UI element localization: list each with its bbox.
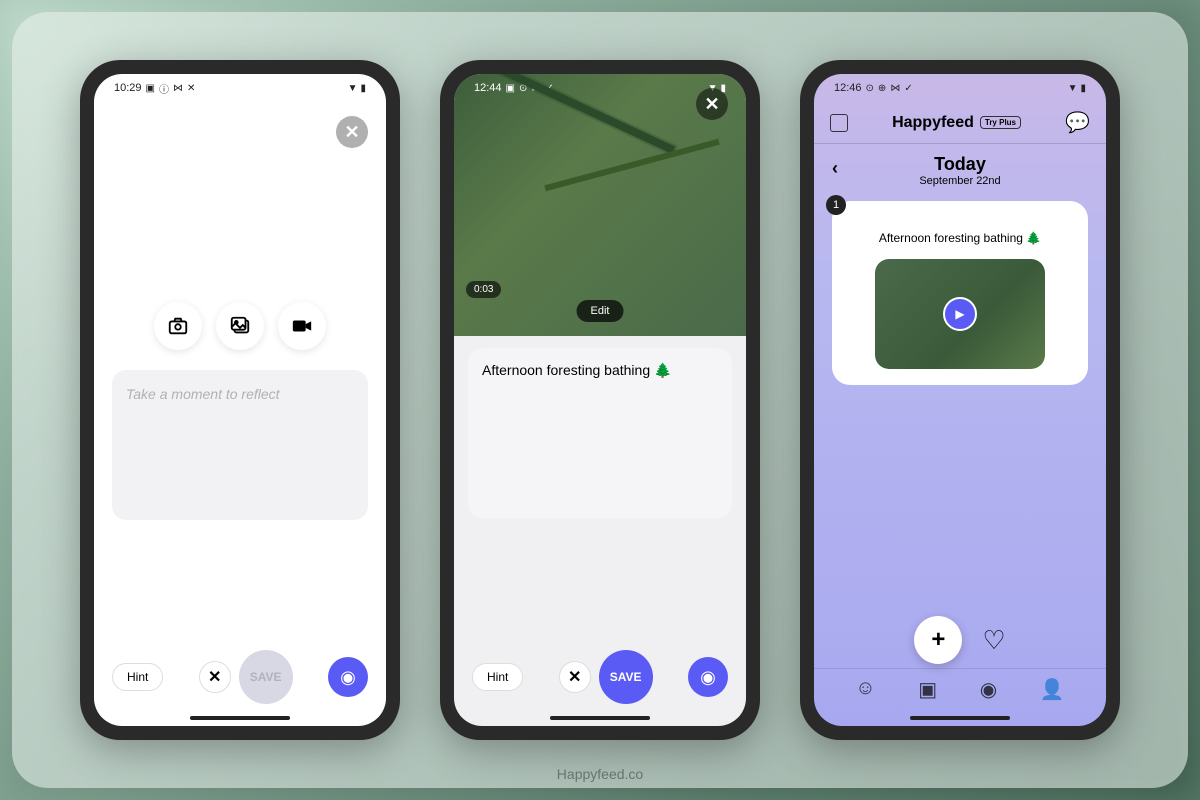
home-indicator[interactable] — [910, 716, 1010, 720]
entry-text: Afternoon foresting bathing 🌲 — [482, 362, 671, 378]
close-button[interactable]: ✕ — [336, 116, 368, 148]
status-time: 12:46 — [834, 82, 862, 94]
app-title: Happyfeed Try Plus — [892, 114, 1021, 132]
entry-card[interactable]: 1 Afternoon foresting bathing 🌲 ▶ — [832, 201, 1088, 385]
edit-button[interactable]: Edit — [577, 300, 624, 322]
tab-smile-icon[interactable]: ☺ — [855, 677, 875, 702]
phone-1: 10:29 ▣ ⓘ ⋈ ✕ ▼ ▮ ✕ — [80, 60, 400, 740]
phone-2: 12:44 ▣ ⊙ ⋈ ✓ ▼ ▮ ✕ 0:03 Edit Afternoon — [440, 60, 760, 740]
battery-icon: ▮ — [1080, 83, 1086, 94]
watermark: Happyfeed.co — [557, 766, 643, 782]
status-icon: ⓘ — [159, 81, 169, 96]
photo-icon[interactable] — [830, 114, 848, 132]
hint-button[interactable]: Hint — [112, 663, 163, 691]
status-bar: 12:46 ⊙ ⊕ ⋈ ✓ ▼ ▮ — [814, 74, 1106, 102]
tab-swirl-icon[interactable]: ◉ — [980, 677, 997, 702]
camera-button[interactable] — [154, 302, 202, 350]
reflect-input[interactable]: Take a moment to reflect — [112, 370, 368, 520]
play-icon: ▶ — [943, 297, 977, 331]
status-icon: ⊕ — [878, 83, 886, 94]
hint-button[interactable]: Hint — [472, 663, 523, 691]
video-button[interactable] — [278, 302, 326, 350]
wifi-icon: ▼ — [348, 83, 358, 94]
entry-input[interactable]: Afternoon foresting bathing 🌲 — [468, 348, 732, 518]
entry-text: Afternoon foresting bathing 🌲 — [848, 231, 1072, 245]
close-button[interactable]: ✕ — [696, 88, 728, 120]
video-duration: 0:03 — [466, 281, 501, 298]
save-button[interactable]: SAVE — [239, 650, 293, 704]
status-icon: ⋈ — [890, 83, 900, 94]
video-preview[interactable]: 12:44 ▣ ⊙ ⋈ ✓ ▼ ▮ ✕ 0:03 Edit — [454, 74, 746, 336]
back-button[interactable]: ‹ — [832, 158, 838, 179]
home-indicator[interactable] — [190, 716, 290, 720]
status-icon: ✓ — [904, 83, 912, 94]
swirl-button[interactable]: ◉ — [328, 657, 368, 697]
gallery-button[interactable] — [216, 302, 264, 350]
tab-bar: ☺ ▣ ◉ 👤 — [814, 668, 1106, 710]
date-title: Today — [814, 154, 1106, 175]
heart-button[interactable]: ♡ — [982, 616, 1005, 664]
cancel-button[interactable]: ✕ — [559, 661, 591, 693]
tab-profile-icon[interactable]: 👤 — [1040, 677, 1065, 702]
status-icon: ⊙ — [866, 83, 874, 94]
status-time: 10:29 — [114, 82, 142, 94]
try-plus-badge[interactable]: Try Plus — [980, 116, 1021, 129]
placeholder-text: Take a moment to reflect — [126, 386, 280, 402]
tab-stack-icon[interactable]: ▣ — [918, 677, 937, 702]
status-icon: ▣ — [146, 83, 155, 94]
status-icon: ✕ — [187, 83, 195, 94]
chat-icon[interactable]: 💬 — [1065, 110, 1090, 135]
save-button[interactable]: SAVE — [599, 650, 653, 704]
showcase-container: 10:29 ▣ ⓘ ⋈ ✕ ▼ ▮ ✕ — [12, 12, 1188, 788]
swirl-button[interactable]: ◉ — [688, 657, 728, 697]
status-bar: 10:29 ▣ ⓘ ⋈ ✕ ▼ ▮ — [94, 74, 386, 102]
video-thumbnail[interactable]: ▶ — [875, 259, 1045, 369]
date-subtitle: September 22nd — [814, 175, 1106, 187]
phone-3: 12:46 ⊙ ⊕ ⋈ ✓ ▼ ▮ Happyfeed Try Plus 💬 — [800, 60, 1120, 740]
status-icon: ⋈ — [173, 83, 183, 94]
add-button[interactable]: + — [914, 616, 962, 664]
battery-icon: ▮ — [360, 83, 366, 94]
entry-badge: 1 — [826, 195, 846, 215]
home-indicator[interactable] — [550, 716, 650, 720]
wifi-icon: ▼ — [1068, 83, 1078, 94]
cancel-button[interactable]: ✕ — [199, 661, 231, 693]
